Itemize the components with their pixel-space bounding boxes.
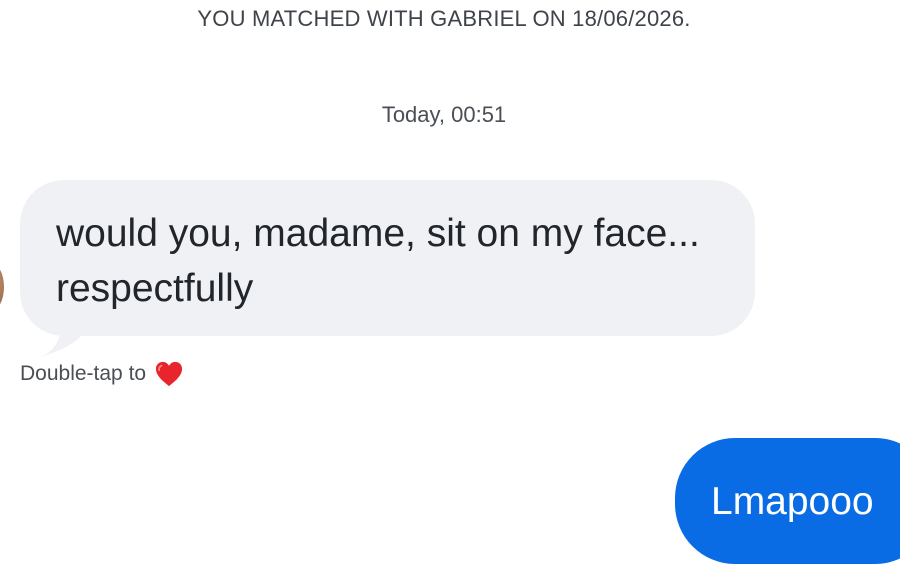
double-tap-label: Double-tap to: [20, 362, 147, 385]
outgoing-message-text: Lmapooo: [711, 480, 874, 523]
incoming-message-bubble[interactable]: would you, madame, sit on my face... res…: [20, 180, 755, 336]
match-banner: YOU MATCHED WITH GABRIEL ON 18/06/2026.: [197, 6, 691, 31]
chat-screen: YOU MATCHED WITH GABRIEL ON 18/06/2026. …: [0, 0, 900, 568]
sender-avatar[interactable]: [0, 263, 4, 311]
double-tap-hint[interactable]: Double-tap to: [20, 360, 184, 388]
message-timestamp: Today, 00:51: [381, 102, 507, 127]
incoming-message-text: would you, madame, sit on my face... res…: [56, 212, 700, 310]
outgoing-message-bubble[interactable]: Lmapooo: [675, 438, 900, 564]
heart-icon: [156, 361, 183, 387]
